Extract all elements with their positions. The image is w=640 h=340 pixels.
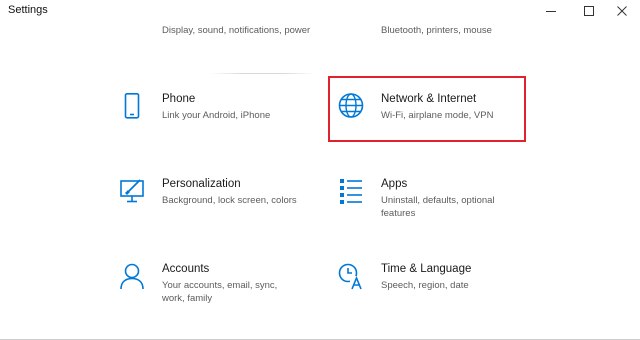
person-icon [118, 263, 146, 291]
paint-monitor-icon [118, 178, 146, 206]
tile-phone-desc: Link your Android, iPhone [162, 110, 271, 121]
tile-apps-name: Apps [381, 178, 408, 190]
tile-network-internet[interactable]: Network & Internet Wi-Fi, airplane mode,… [337, 93, 557, 127]
tile-time-language-desc: Speech, region, date [381, 280, 469, 291]
tile-network-desc: Wi-Fi, airplane mode, VPN [381, 110, 494, 121]
maximize-icon [584, 6, 594, 16]
tile-network-name: Network & Internet [381, 93, 477, 105]
tile-phone[interactable]: Phone Link your Android, iPhone [118, 93, 338, 127]
tile-devices[interactable]: Bluetooth, printers, mouse [337, 12, 557, 44]
tile-apps[interactable]: Apps Uninstall, defaults, optional featu… [337, 178, 557, 222]
tile-system-desc: Display, sound, notifications, power [162, 25, 311, 36]
tile-apps-desc: Uninstall, defaults, optional features [381, 195, 495, 219]
minimize-button[interactable] [533, 0, 569, 22]
close-button[interactable] [604, 0, 640, 22]
globe-icon [337, 93, 365, 121]
minimize-icon [546, 11, 556, 12]
settings-window: Settings Display, sound, notifications, … [0, 0, 640, 340]
tile-devices-desc: Bluetooth, printers, mouse [381, 25, 492, 36]
tile-personalization-desc: Background, lock screen, colors [162, 195, 297, 206]
time-language-icon [337, 263, 365, 291]
tile-accounts[interactable]: Accounts Your accounts, email, sync, wor… [118, 263, 338, 307]
maximize-button[interactable] [571, 0, 607, 22]
close-icon [617, 6, 627, 16]
tile-accounts-desc: Your accounts, email, sync, work, family [162, 280, 278, 304]
tile-system[interactable]: Display, sound, notifications, power [118, 12, 338, 54]
divider [210, 73, 315, 74]
tile-phone-name: Phone [162, 93, 196, 105]
title-bar: Settings [0, 0, 640, 22]
phone-icon [118, 93, 146, 121]
tile-personalization-name: Personalization [162, 178, 241, 190]
tile-accounts-name: Accounts [162, 263, 210, 275]
apps-list-icon [337, 178, 365, 206]
window-title: Settings [8, 4, 48, 16]
tile-time-language-name: Time & Language [381, 263, 472, 275]
tile-personalization[interactable]: Personalization Background, lock screen,… [118, 178, 338, 212]
tile-time-language[interactable]: Time & Language Speech, region, date [337, 263, 557, 297]
